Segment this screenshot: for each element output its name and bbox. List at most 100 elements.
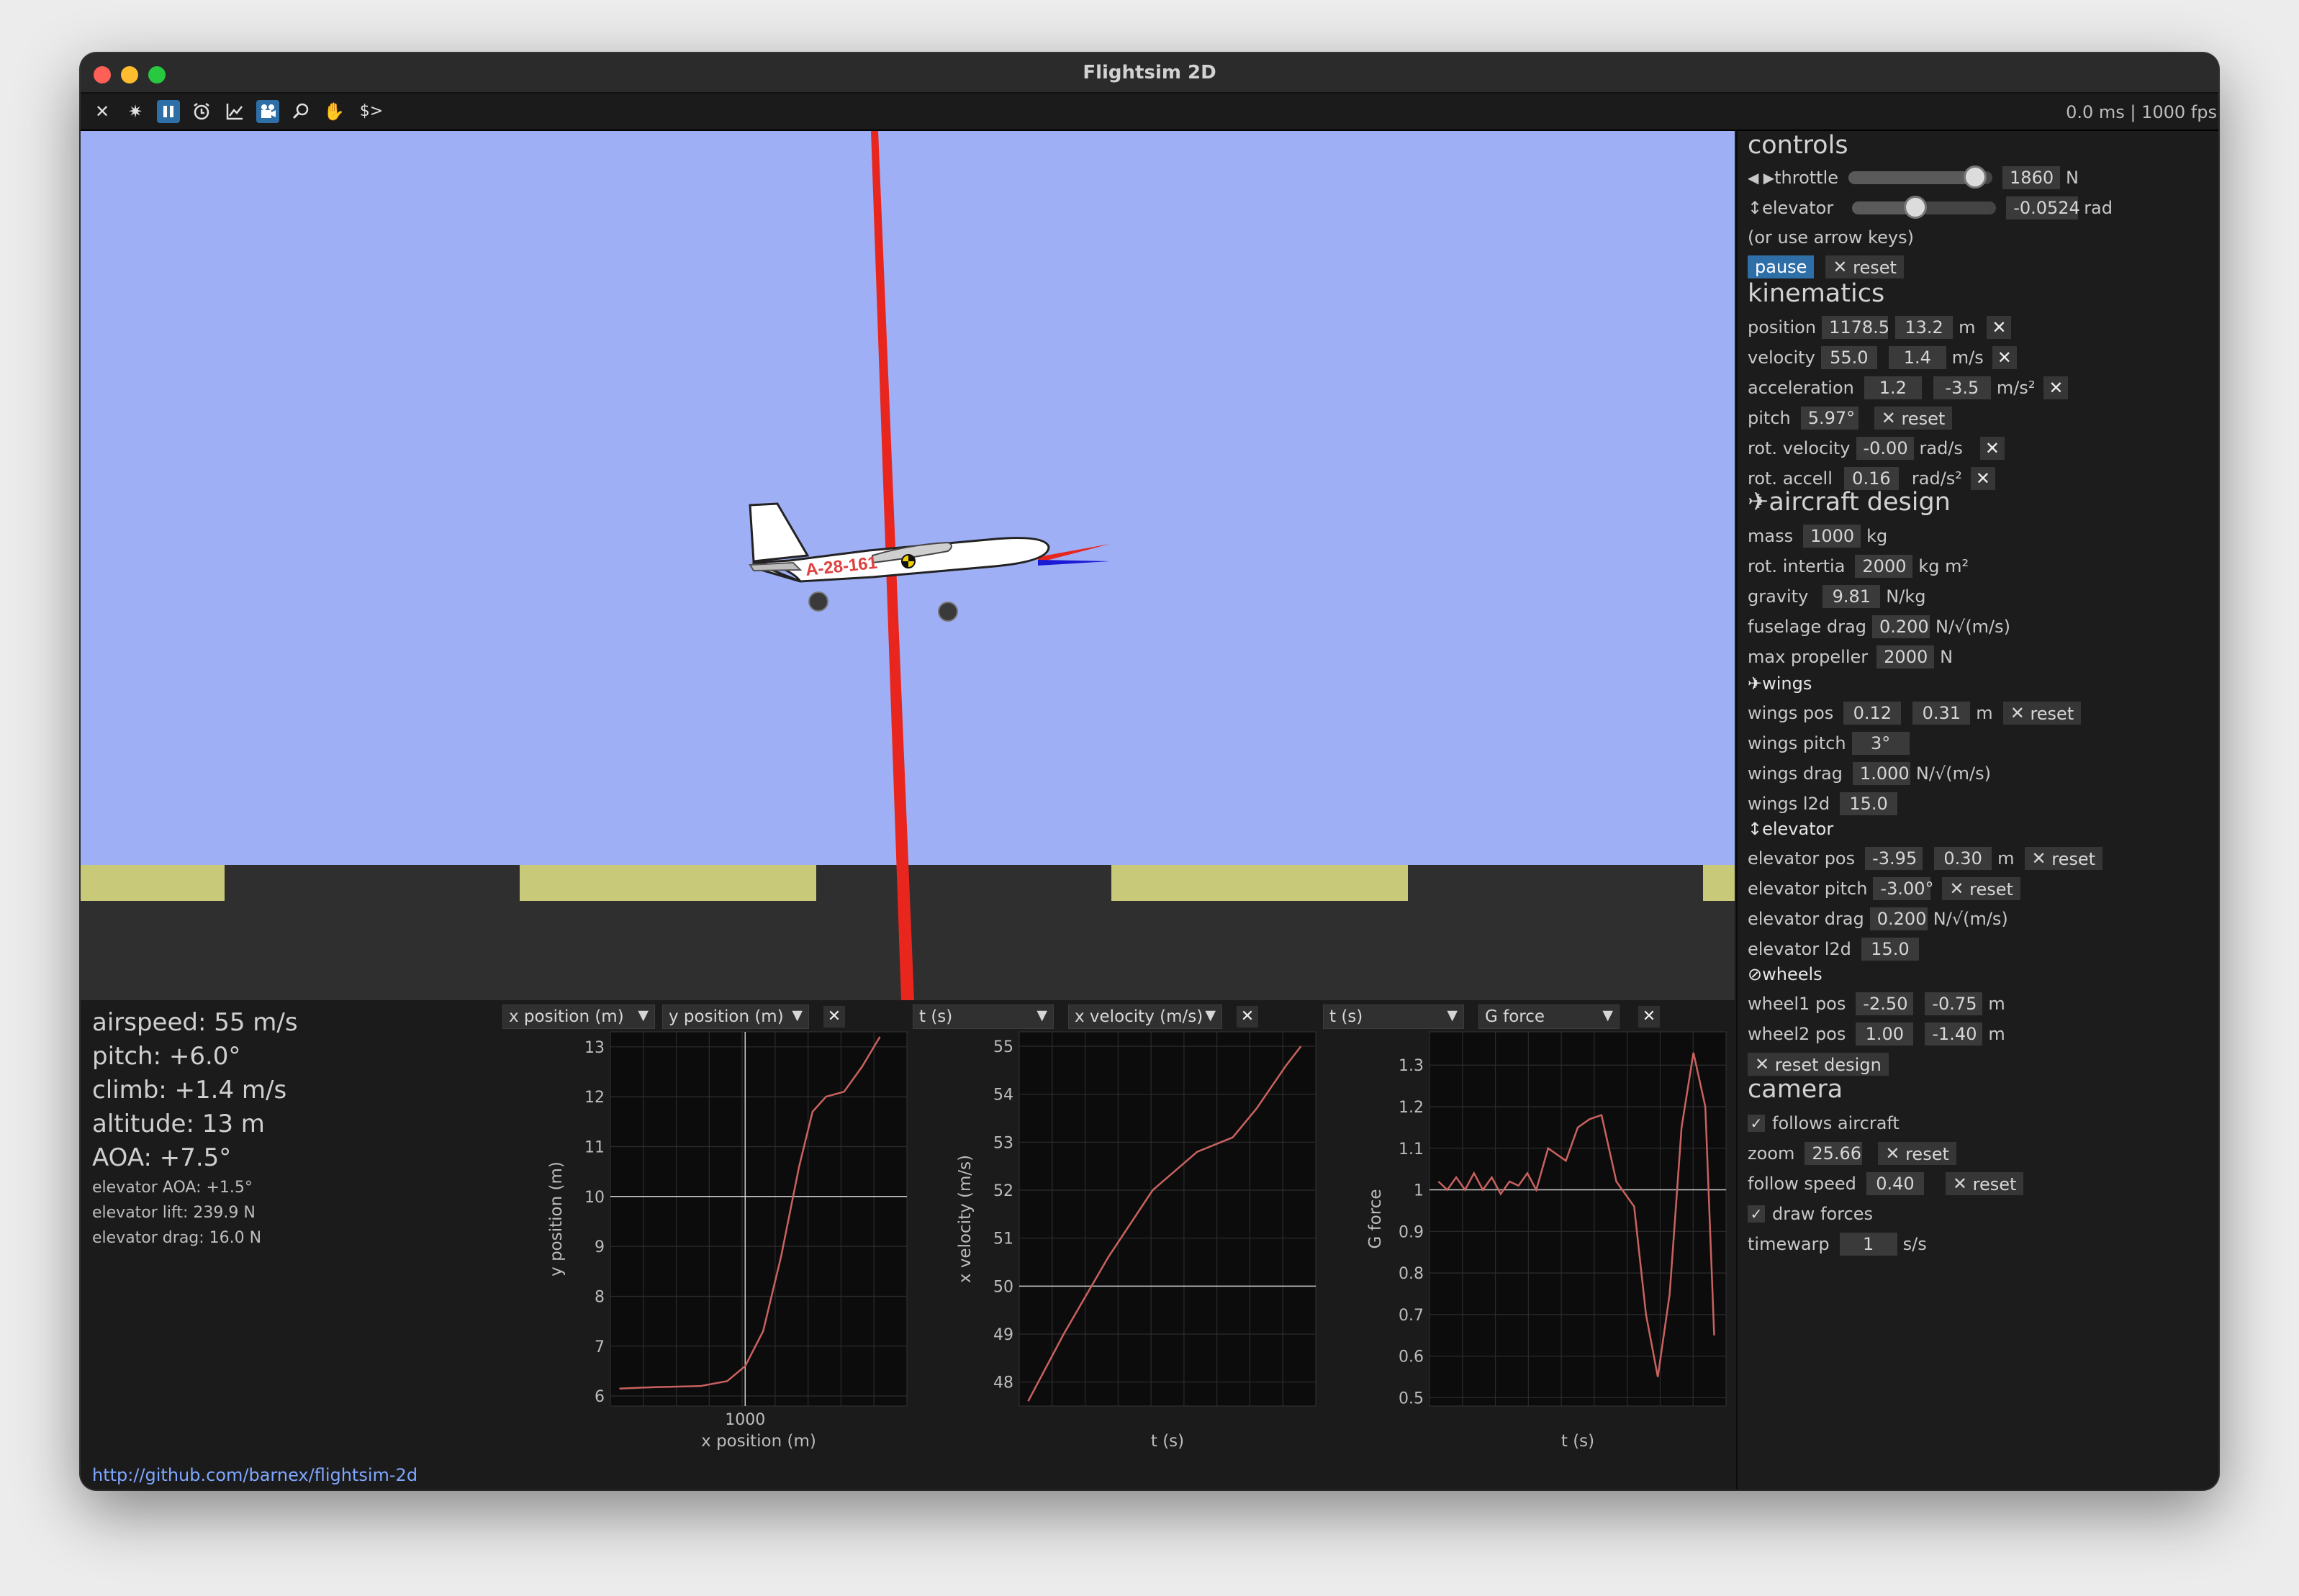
position-clear-button[interactable]: ✕: [1987, 316, 2012, 339]
runway-stripe: [81, 865, 225, 901]
rot-velocity-value[interactable]: -0.00: [1856, 437, 1914, 460]
window-title: Flightsim 2D: [1083, 62, 1216, 83]
rot-accel-value[interactable]: 0.16: [1843, 467, 1899, 490]
wheel2-x-value[interactable]: 1.00: [1856, 1023, 1914, 1046]
zoom-reset-button[interactable]: ✕ reset: [1878, 1142, 1956, 1165]
pitch-reset-button[interactable]: ✕ reset: [1874, 407, 1953, 430]
runway-stripe: [1111, 865, 1408, 901]
controls-header: controls: [1748, 131, 1848, 160]
y-tick-label: 9: [595, 1238, 605, 1256]
wings-pos-x-value[interactable]: 0.12: [1843, 702, 1902, 725]
inertia-value[interactable]: 2000: [1855, 555, 1913, 578]
rot-accel-clear-button[interactable]: ✕: [1970, 467, 1995, 490]
sky: [81, 131, 1735, 865]
elevator-l2d-row: elevator l2d 15.0: [1748, 937, 1925, 961]
acceleration-y-value[interactable]: -3.5: [1933, 376, 1991, 399]
follow-speed-value[interactable]: 0.40: [1866, 1172, 1924, 1195]
zoom-value[interactable]: 25.66: [1805, 1142, 1863, 1165]
wings-reset-button[interactable]: ✕ reset: [2002, 702, 2082, 725]
hand-icon[interactable]: ✋: [322, 100, 345, 123]
elevator-pos-y-value[interactable]: 0.30: [1934, 847, 1992, 870]
velocity-x-value[interactable]: 55.0: [1820, 346, 1877, 369]
reset-design-button[interactable]: ✕ reset design: [1748, 1053, 1889, 1076]
github-link[interactable]: http://github.com/barnex/flightsim-2d: [92, 1465, 417, 1485]
max-propeller-value[interactable]: 2000: [1876, 645, 1935, 668]
velocity-y-value[interactable]: 1.4: [1888, 346, 1946, 369]
elevator-pitch-reset-button[interactable]: ✕ reset: [1942, 877, 2020, 900]
y-tick-label: 0.6: [1399, 1348, 1424, 1366]
elevator-pitch-value[interactable]: -3.00°: [1873, 877, 1934, 900]
aircraft-design-header: ✈aircraft design: [1748, 488, 1951, 517]
alarm-clock-icon[interactable]: [190, 100, 213, 123]
elevator-l2d-value[interactable]: 15.0: [1861, 938, 1919, 961]
search-icon[interactable]: [289, 100, 312, 123]
rot-velocity-clear-button[interactable]: ✕: [1979, 437, 2005, 460]
throttle-slider[interactable]: [1848, 166, 1993, 189]
close-icon[interactable]: ✕: [91, 100, 114, 123]
gravity-value[interactable]: 9.81: [1823, 585, 1881, 608]
follows-aircraft-checkbox[interactable]: ✓: [1748, 1115, 1765, 1132]
elevator-pos-row: elevator pos -3.95 0.30 m ✕ reset: [1748, 846, 2103, 870]
rear-wheel: [808, 591, 828, 612]
pitch-value[interactable]: 5.97°: [1800, 407, 1858, 430]
gear-icon[interactable]: ✷: [124, 100, 147, 123]
simulation-viewport[interactable]: A-28-161: [81, 131, 1735, 1000]
elevator-slider[interactable]: [1852, 196, 1997, 219]
reset-design-row: ✕ reset design: [1748, 1052, 1889, 1076]
scene-canvas: A-28-161: [81, 131, 1735, 1000]
draw-forces-row[interactable]: ✓ draw forces: [1748, 1202, 1873, 1225]
follows-aircraft-row[interactable]: ✓ follows aircraft: [1748, 1111, 1900, 1134]
wings-pitch-row: wings pitch 3°: [1748, 731, 1915, 755]
follow-speed-reset-button[interactable]: ✕ reset: [1945, 1172, 2024, 1195]
wheel2-y-value[interactable]: -1.40: [1925, 1023, 1983, 1046]
wings-l2d-value[interactable]: 15.0: [1840, 792, 1898, 815]
wings-pos-row: wings pos 0.12 0.31 m ✕ reset: [1748, 701, 2082, 725]
runway-stripe: [1703, 865, 1735, 901]
wheel1-y-value[interactable]: -0.75: [1925, 992, 1983, 1015]
velocity-clear-button[interactable]: ✕: [1992, 346, 2017, 369]
zoom-row: zoom 25.66 ✕ reset: [1748, 1141, 1956, 1165]
toolbar: ✕ ✷ ✋ $> 0.0 ms | 1000 fps: [81, 94, 2218, 131]
pause-button[interactable]: pause: [1748, 255, 1815, 278]
wings-header: ✈wings: [1748, 674, 1812, 694]
elevator-drag-value[interactable]: 0.200: [1869, 907, 1928, 930]
elevator-reset-button[interactable]: ✕ reset: [2024, 847, 2103, 870]
y-tick-label: 12: [584, 1089, 605, 1107]
elevator-value[interactable]: -0.0524: [2006, 196, 2080, 219]
camera-header: camera: [1748, 1075, 1843, 1104]
wheel1-pos-row: wheel1 pos -2.50 -0.75 m: [1748, 992, 2005, 1015]
y-tick-label: 7: [595, 1338, 605, 1356]
wings-pitch-value[interactable]: 3°: [1851, 732, 1910, 755]
x-axis-label: t (s): [1151, 1432, 1184, 1451]
bottom-panel: airspeed: 55 m/s pitch: +6.0° climb: +1.…: [81, 1000, 1735, 1490]
elevator-pos-x-value[interactable]: -3.95: [1865, 847, 1923, 870]
position-x-value[interactable]: 1178.5: [1822, 316, 1889, 339]
acceleration-clear-button[interactable]: ✕: [2043, 376, 2069, 399]
timewarp-value[interactable]: 1: [1839, 1233, 1897, 1256]
controls-reset-button[interactable]: ✕ reset: [1825, 255, 1904, 278]
pitch-row: pitch 5.97° ✕ reset: [1748, 406, 1953, 430]
y-axis-label: y position (m): [547, 1161, 566, 1277]
position-row: position 1178.5 13.2 m ✕: [1748, 315, 2012, 339]
mass-value[interactable]: 1000: [1803, 525, 1861, 548]
y-tick-label: 13: [584, 1039, 605, 1057]
plot-frame: [1429, 1031, 1727, 1407]
y-tick-label: 53: [993, 1134, 1013, 1152]
pause-icon[interactable]: [157, 100, 180, 123]
y-tick-label: 0.8: [1399, 1265, 1424, 1283]
draw-forces-checkbox[interactable]: ✓: [1748, 1205, 1765, 1223]
acceleration-x-value[interactable]: 1.2: [1864, 376, 1922, 399]
wheel1-x-value[interactable]: -2.50: [1856, 992, 1914, 1015]
console-icon[interactable]: $>: [356, 100, 387, 123]
wings-pos-y-value[interactable]: 0.31: [1912, 702, 1971, 725]
app-window: Flightsim 2D ✕ ✷ ✋ $> 0.0 ms | 1000 fps: [81, 53, 2218, 1490]
y-tick-label: 8: [595, 1288, 605, 1306]
chart-icon[interactable]: [223, 100, 246, 123]
camera-icon[interactable]: [256, 100, 279, 123]
y-tick-label: 55: [993, 1038, 1013, 1056]
fuselage-drag-value[interactable]: 0.200: [1871, 615, 1930, 638]
wings-drag-value[interactable]: 1.000: [1852, 762, 1910, 785]
throttle-value[interactable]: 1860: [2002, 166, 2061, 189]
position-y-value[interactable]: 13.2: [1895, 316, 1954, 339]
fps-readout: 0.0 ms | 1000 fps: [2066, 102, 2217, 122]
